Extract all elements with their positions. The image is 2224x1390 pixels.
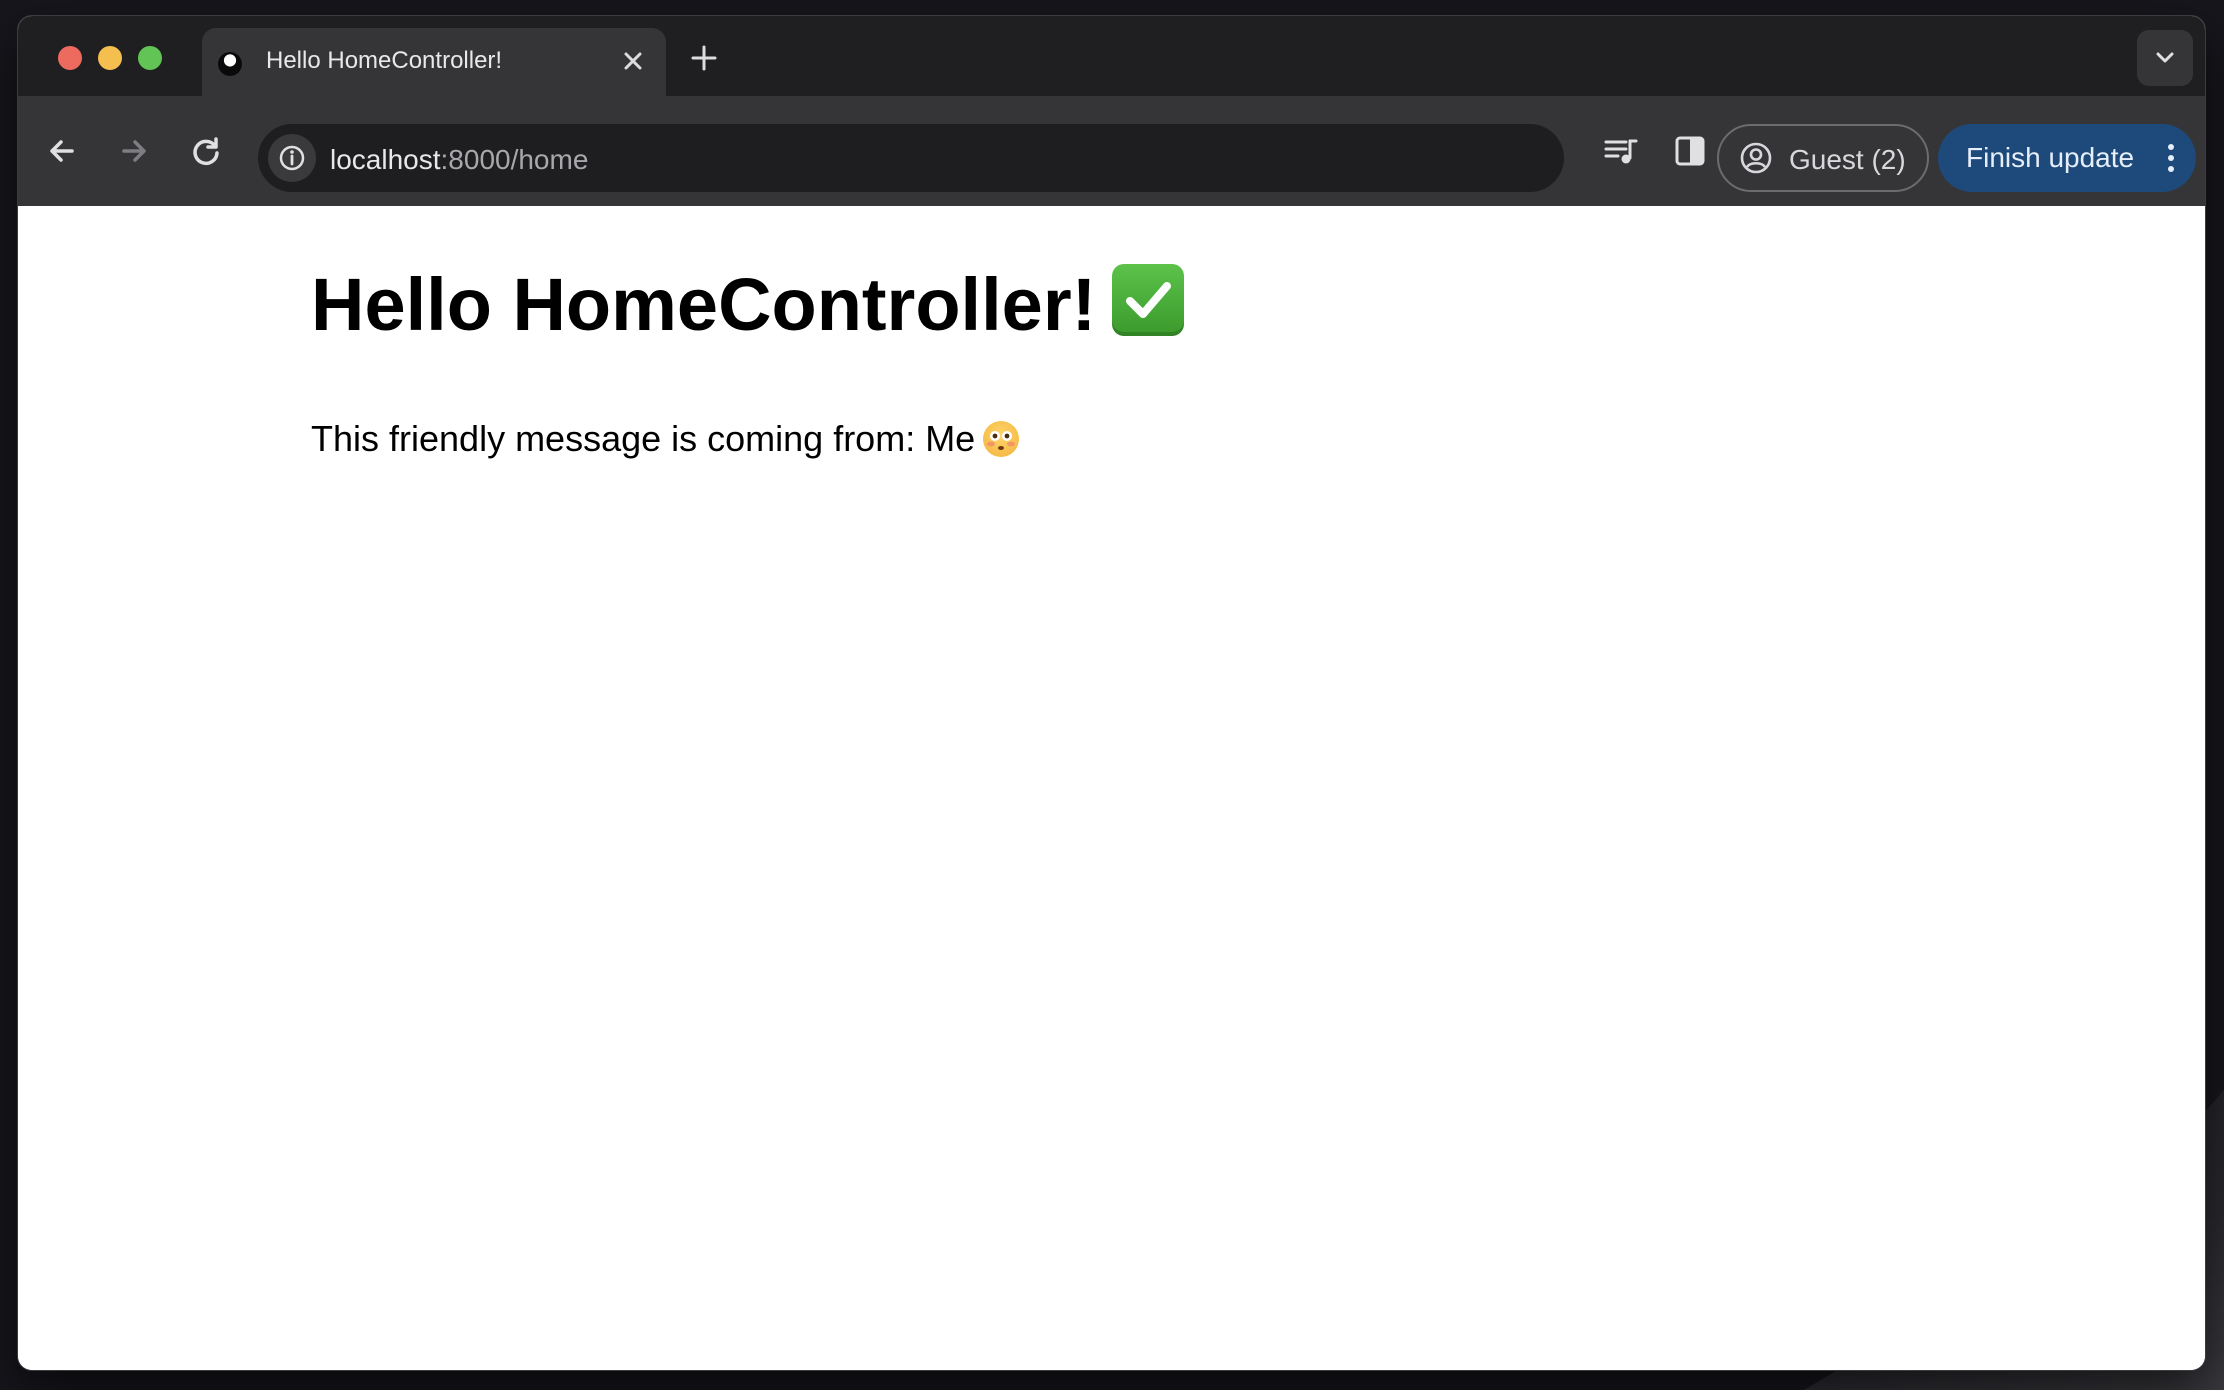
chevron-down-icon xyxy=(2156,52,2174,63)
minimize-window-button[interactable] xyxy=(98,46,122,70)
tab-title: Hello HomeController! xyxy=(266,47,503,74)
close-window-button[interactable] xyxy=(58,46,82,70)
url-text: localhost:8000/home xyxy=(330,144,588,176)
page-message: This friendly message is coming from: Me xyxy=(311,418,1020,460)
url-host: localhost xyxy=(330,144,441,175)
url-path: :8000/home xyxy=(440,144,589,175)
reload-icon[interactable] xyxy=(186,131,226,171)
info-icon[interactable] xyxy=(268,134,316,182)
address-bar[interactable]: localhost:8000/home xyxy=(258,124,1564,192)
close-icon[interactable] xyxy=(618,46,648,76)
profile-button[interactable]: Guest (2) xyxy=(1717,124,1929,192)
flushed-face-emoji xyxy=(983,421,1020,457)
toolbar: localhost:8000/home Guest (2) Finish upd… xyxy=(18,96,2205,206)
plus-icon[interactable] xyxy=(686,40,722,76)
check-mark-emoji xyxy=(1112,264,1185,336)
profile-label: Guest (2) xyxy=(1789,144,1906,175)
page-content: Hello HomeController! This friendly mess… xyxy=(18,206,2205,1370)
media-queue-icon[interactable] xyxy=(1600,131,1640,171)
page-heading-text: Hello HomeController! xyxy=(311,263,1097,346)
side-panel-icon[interactable] xyxy=(1670,131,1710,171)
favicon-icon xyxy=(218,52,242,76)
page-message-text: This friendly message is coming from: Me xyxy=(311,418,976,459)
tab-strip: Hello HomeController! xyxy=(18,16,2205,96)
maximize-window-button[interactable] xyxy=(138,46,162,70)
tab-active[interactable]: Hello HomeController! xyxy=(202,28,666,96)
page-heading: Hello HomeController! xyxy=(311,262,1185,347)
finish-update-label: Finish update xyxy=(1966,142,2135,173)
browser-window: Hello HomeController! localhost:8000/hom… xyxy=(18,16,2205,1370)
more-vert-icon[interactable] xyxy=(2166,141,2176,175)
forward-arrow-icon[interactable] xyxy=(114,131,154,171)
back-arrow-icon[interactable] xyxy=(42,131,82,171)
finish-update-button[interactable]: Finish update xyxy=(1938,124,2196,192)
tab-search-button[interactable] xyxy=(2137,30,2193,86)
profile-icon xyxy=(1740,142,1772,174)
